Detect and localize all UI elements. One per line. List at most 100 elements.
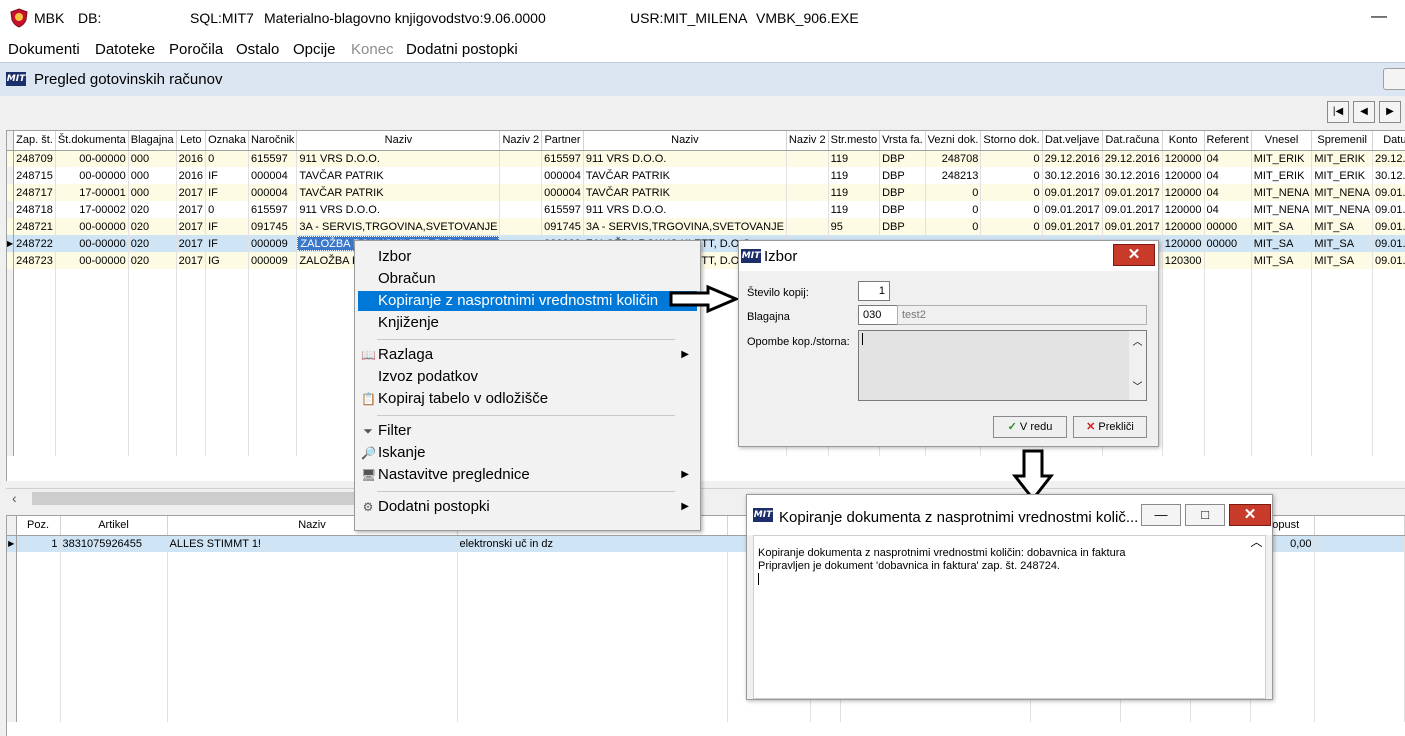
table-cell[interactable]: 615597 <box>248 150 298 167</box>
table-cell[interactable] <box>786 201 829 218</box>
table-cell[interactable]: 0 <box>205 201 249 218</box>
menu-konec[interactable]: Konec <box>351 41 394 58</box>
table-cell[interactable]: MIT_ERIK <box>1311 150 1373 167</box>
table-cell[interactable] <box>786 167 829 184</box>
scroll-down-icon[interactable]: ﹀ <box>1129 378 1146 393</box>
table-cell[interactable]: 09.01.2017 <box>1102 201 1163 218</box>
table-cell[interactable]: 17-00001 <box>55 184 129 201</box>
table-cell[interactable]: MIT_ERIK <box>1251 150 1313 167</box>
table-cell[interactable]: 248723 <box>13 252 56 269</box>
table-cell[interactable] <box>499 150 543 167</box>
table-cell[interactable]: 09.01.201 <box>1372 235 1405 252</box>
table-cell[interactable]: 0 <box>925 201 982 218</box>
column-header[interactable]: Storno dok. <box>980 131 1043 151</box>
table-cell[interactable]: 248708 <box>925 150 982 167</box>
row-indicator[interactable] <box>7 218 15 235</box>
table-cell[interactable]: 09.01.2017 <box>1042 218 1103 235</box>
table-cell[interactable]: IF <box>205 167 249 184</box>
table-cell[interactable]: 2017 <box>176 201 207 218</box>
column-header[interactable]: Partner <box>541 131 584 151</box>
table-cell[interactable]: 119 <box>828 184 881 201</box>
table-cell[interactable]: 120000 <box>1162 167 1205 184</box>
table-cell[interactable]: 00-00000 <box>55 252 129 269</box>
table-cell[interactable]: 3A - SERVIS,TRGOVINA,SVETOVANJE <box>583 218 787 235</box>
table-cell[interactable]: 04 <box>1204 167 1252 184</box>
table-cell[interactable]: 000009 <box>248 235 298 252</box>
minimize-button[interactable]: — <box>1141 504 1181 526</box>
table-cell[interactable]: 00-00000 <box>55 167 129 184</box>
table-cell[interactable]: 0 <box>980 150 1043 167</box>
table-cell[interactable]: MIT_SA <box>1251 218 1313 235</box>
minimize-button[interactable]: — <box>1371 8 1387 26</box>
table-cell[interactable]: ALLES STIMMT 1! <box>167 535 458 552</box>
table-row[interactable]: 248715 00-00000 000 2016 IF 000004 TAVČAR PATR… <box>7 167 1405 184</box>
table-cell[interactable]: 615597 <box>541 201 584 218</box>
table-cell[interactable]: MIT_SA <box>1311 235 1373 252</box>
ctx-izvoz[interactable]: Izvoz podatkov <box>358 367 697 387</box>
row-indicator[interactable] <box>7 184 15 201</box>
table-cell[interactable]: 248213 <box>925 167 982 184</box>
maximize-button[interactable]: □ <box>1185 504 1225 526</box>
table-cell[interactable]: 020 <box>128 235 177 252</box>
first-record-button[interactable]: |◀ <box>1327 101 1349 123</box>
prev-record-button[interactable]: ◀ <box>1353 101 1375 123</box>
column-header[interactable]: Naziv 2 <box>786 131 829 151</box>
table-cell[interactable]: 120000 <box>1162 150 1205 167</box>
table-cell[interactable]: 95 <box>828 218 881 235</box>
table-cell[interactable]: 020 <box>128 201 177 218</box>
table-cell[interactable]: 2017 <box>176 218 207 235</box>
table-cell[interactable]: 911 VRS D.O.O. <box>296 150 501 167</box>
column-header[interactable]: Str.mesto <box>828 131 881 151</box>
table-cell[interactable]: 248717 <box>13 184 56 201</box>
next-record-button[interactable]: ▶ <box>1379 101 1401 123</box>
column-header[interactable]: Vezni dok. <box>925 131 982 151</box>
table-cell[interactable]: IG <box>205 252 249 269</box>
ok-button[interactable]: ✓ V redu <box>993 416 1067 438</box>
table-cell[interactable]: IF <box>205 235 249 252</box>
ctx-kopiranje[interactable]: Kopiranje z nasprotnimi vrednostmi količ… <box>358 291 697 311</box>
column-header[interactable]: Naziv <box>583 131 787 151</box>
row-indicator[interactable] <box>7 201 15 218</box>
table-cell[interactable]: 00-00000 <box>55 150 129 167</box>
restore-button[interactable] <box>1383 68 1405 90</box>
table-cell[interactable] <box>1204 252 1252 269</box>
ctx-knjizenje[interactable]: Knjiženje <box>358 313 697 333</box>
table-cell[interactable]: DBP <box>879 150 926 167</box>
table-cell[interactable]: IF <box>205 218 249 235</box>
table-cell[interactable]: elektronski uč in dz <box>457 535 728 552</box>
table-cell[interactable]: MIT_SA <box>1311 252 1373 269</box>
table-cell[interactable]: 0 <box>925 184 982 201</box>
table-cell[interactable]: 09.01.201 <box>1372 252 1405 269</box>
table-cell[interactable]: 248715 <box>13 167 56 184</box>
table-cell[interactable]: TAVČAR PATRIK <box>296 167 501 184</box>
ctx-iskanje[interactable]: 🔎 Iskanje <box>358 443 697 463</box>
table-cell[interactable]: 09.01.201 <box>1372 184 1405 201</box>
table-cell[interactable]: MIT_SA <box>1251 252 1313 269</box>
table-cell[interactable]: 120000 <box>1162 218 1205 235</box>
table-row[interactable]: 248721 00-00000 020 2017 IF 091745 3A - SERVIS… <box>7 218 1405 235</box>
menu-datoteke[interactable]: Datoteke <box>95 41 155 58</box>
table-cell[interactable]: 2016 <box>176 150 207 167</box>
table-cell[interactable]: 020 <box>128 252 177 269</box>
table-cell[interactable]: 0 <box>980 184 1043 201</box>
table-cell[interactable]: 29.12.201 <box>1372 150 1405 167</box>
table-row[interactable]: 24872300-000000202017IG000009ZALOŽBA ROK… <box>7 252 1405 269</box>
table-cell[interactable]: 911 VRS D.O.O. <box>296 201 501 218</box>
table-cell[interactable]: 04 <box>1204 201 1252 218</box>
table-cell[interactable]: 0 <box>980 201 1043 218</box>
table-cell[interactable]: 0 <box>205 150 249 167</box>
table-cell[interactable]: MIT_NENA <box>1311 201 1373 218</box>
table-cell[interactable]: 3A - SERVIS,TRGOVINA,SVETOVANJE <box>296 218 501 235</box>
table-cell[interactable]: TAVČAR PATRIK <box>296 184 501 201</box>
table-cell[interactable]: 2017 <box>176 235 207 252</box>
table-cell[interactable]: 2016 <box>176 167 207 184</box>
scrollbar-thumb[interactable] <box>32 492 362 505</box>
table-row[interactable]: 248718 17-00002 020 2017 0 615597 911 VRS D.O.… <box>7 201 1405 218</box>
table-cell[interactable]: 091745 <box>248 218 298 235</box>
close-button[interactable]: ✕ <box>1113 244 1155 266</box>
row-indicator[interactable]: ▶ <box>7 535 17 552</box>
column-header[interactable]: Artikel <box>60 516 168 536</box>
table-cell[interactable]: 120300 <box>1162 252 1205 269</box>
ctx-filter[interactable]: ⏷ Filter <box>358 421 697 441</box>
table-cell[interactable]: 00-00000 <box>55 218 129 235</box>
